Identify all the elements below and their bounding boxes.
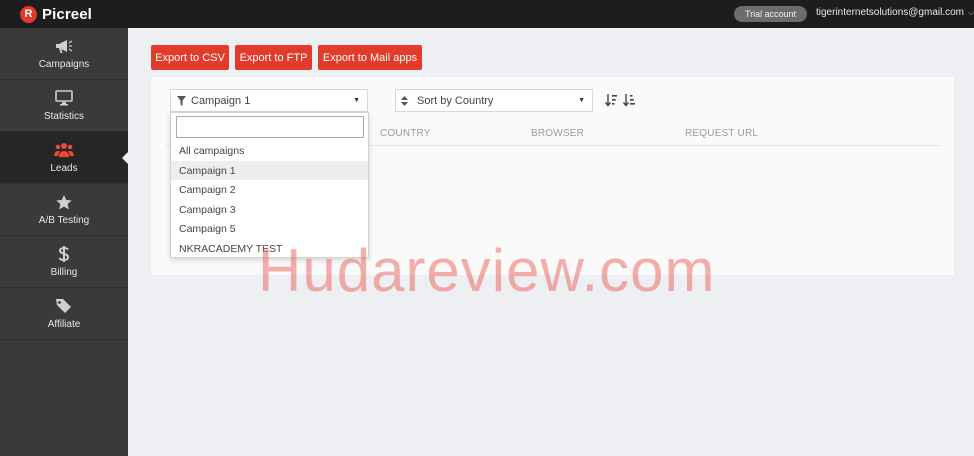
column-header-browser[interactable]: BROWSER — [531, 128, 584, 139]
monitor-icon — [53, 89, 75, 107]
chevron-down-icon: ⌵ — [968, 7, 974, 17]
sidebar-item-label: Statistics — [43, 111, 84, 122]
export-csv-button[interactable]: Export to CSV — [151, 45, 229, 70]
logo-badge: R — [20, 5, 37, 23]
sidebar-item-leads[interactable]: Leads — [0, 132, 128, 184]
sort-ascending-icon[interactable] — [622, 94, 635, 107]
tag-icon — [53, 297, 75, 315]
sidebar-item-label: Campaigns — [38, 59, 90, 70]
dropdown-option-all-campaigns[interactable]: All campaigns — [171, 141, 368, 160]
users-icon — [53, 141, 75, 159]
sort-arrows-icon — [401, 95, 408, 106]
campaign-select[interactable]: Campaign 1 ▼ — [170, 89, 368, 112]
sidebar-item-label: Leads — [50, 163, 78, 174]
export-ftp-button[interactable]: Export to FTP — [235, 45, 312, 70]
sidebar-item-statistics[interactable]: Statistics — [0, 80, 128, 132]
account-email: tigerinternetsolutions@gmail.com — [816, 7, 964, 18]
sort-select-value: Sort by Country — [417, 94, 494, 107]
caret-down-icon: ▼ — [578, 97, 585, 104]
top-bar: R Picreel Trial account tigerinternetsol… — [0, 0, 974, 28]
caret-down-icon: ▼ — [353, 97, 360, 104]
account-menu[interactable]: tigerinternetsolutions@gmail.com ⌵ — [816, 7, 974, 18]
star-icon — [53, 193, 75, 211]
sidebar-item-billing[interactable]: Billing — [0, 236, 128, 288]
dropdown-option-campaign-3[interactable]: Campaign 3 — [171, 200, 368, 219]
sort-descending-icon[interactable] — [604, 94, 617, 107]
sidebar-item-label: A/B Testing — [38, 215, 90, 226]
sidebar: Campaigns Statistics Leads A/B Testing B… — [0, 28, 128, 456]
dollar-icon — [53, 245, 75, 263]
sort-select[interactable]: Sort by Country ▼ — [395, 89, 593, 112]
campaign-select-value: Campaign 1 — [191, 94, 251, 107]
column-header-country[interactable]: COUNTRY — [380, 128, 431, 139]
watermark: Hudareview.com — [258, 237, 716, 304]
column-header-request-url[interactable]: REQUEST URL — [685, 128, 758, 139]
filter-icon — [177, 95, 186, 106]
dropdown-option-campaign-1[interactable]: Campaign 1 — [171, 161, 368, 180]
sidebar-item-affiliate[interactable]: Affiliate — [0, 288, 128, 340]
sidebar-item-ab-testing[interactable]: A/B Testing — [0, 184, 128, 236]
logo[interactable]: R Picreel — [20, 5, 92, 23]
megaphone-icon — [53, 37, 75, 55]
sidebar-item-label: Billing — [50, 267, 78, 278]
logo-text: Picreel — [42, 5, 92, 23]
sidebar-item-label: Affiliate — [47, 319, 81, 330]
export-mail-apps-button[interactable]: Export to Mail apps — [318, 45, 422, 70]
sidebar-item-campaigns[interactable]: Campaigns — [0, 28, 128, 80]
trial-account-badge[interactable]: Trial account — [734, 6, 808, 22]
campaign-search-input[interactable] — [176, 116, 364, 138]
dropdown-option-campaign-2[interactable]: Campaign 2 — [171, 180, 368, 199]
